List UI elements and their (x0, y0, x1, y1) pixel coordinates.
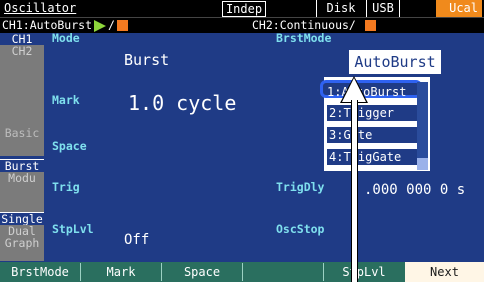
pointer-arrow-icon (342, 78, 366, 102)
ch1-status-separator: / (108, 18, 115, 32)
tab-ch2[interactable]: CH2 (0, 45, 44, 57)
softkey-blank[interactable] (243, 262, 323, 282)
softkey-stplvl[interactable]: StpLvl (324, 262, 404, 282)
tab-single[interactable]: Single (0, 212, 44, 225)
dropdown-scroll-thumb[interactable] (417, 158, 428, 170)
mode-value[interactable]: Burst (124, 51, 169, 69)
dropdown-option-triggate[interactable]: 4:TrigGate (327, 149, 417, 165)
space-label: Space (52, 139, 87, 153)
run-icon (94, 20, 106, 32)
trigdly-value[interactable]: .000 000 0 s (364, 182, 465, 198)
tab-basic[interactable]: Basic (0, 127, 44, 140)
trig-label: Trig (52, 180, 80, 194)
tab-graph[interactable]: Graph (0, 237, 44, 261)
softkey-space[interactable]: Space (162, 262, 242, 282)
dropdown-option-gate[interactable]: 3:Gate (327, 127, 417, 143)
stplvl-label: StpLvl (52, 222, 94, 236)
softkey-mark[interactable]: Mark (81, 262, 161, 282)
softkey-brstmode[interactable]: BrstMode (0, 262, 80, 282)
oscstop-label: OscStop (276, 222, 325, 236)
brstmode-selected-value[interactable]: AutoBurst (349, 50, 441, 74)
mark-value[interactable]: 1.0 cycle (128, 91, 236, 115)
ch2-stop-icon (365, 20, 376, 31)
dropdown-scrollbar[interactable] (417, 82, 428, 168)
disk-indicator: Disk (316, 0, 365, 17)
tab-basic-area (0, 57, 44, 156)
stplvl-value[interactable]: Off (124, 232, 149, 248)
trigdly-label: TrigDly (276, 180, 325, 194)
screen-title: Oscillator (4, 1, 77, 15)
pointer-arrow-shaft (351, 100, 358, 282)
dropdown-option-trigger[interactable]: 2:Trigger (327, 105, 417, 121)
oscillator-screen: Oscillator Indep Disk USB Ucal CH1:AutoB… (0, 0, 484, 282)
ucal-indicator: Ucal (436, 0, 482, 17)
usb-indicator: USB (366, 0, 400, 17)
indep-indicator: Indep (222, 1, 266, 17)
mark-label: Mark (52, 93, 80, 107)
tab-burst[interactable]: Burst (0, 159, 44, 172)
brstmode-label: BrstMode (276, 31, 332, 45)
tab-modu[interactable]: Modu (0, 172, 44, 212)
softkey-next[interactable]: Next (405, 262, 484, 282)
dropdown-option-autoburst[interactable]: 1:AutoBurst (320, 80, 422, 99)
mode-label: Mode (52, 31, 80, 45)
stop-icon (117, 20, 128, 31)
